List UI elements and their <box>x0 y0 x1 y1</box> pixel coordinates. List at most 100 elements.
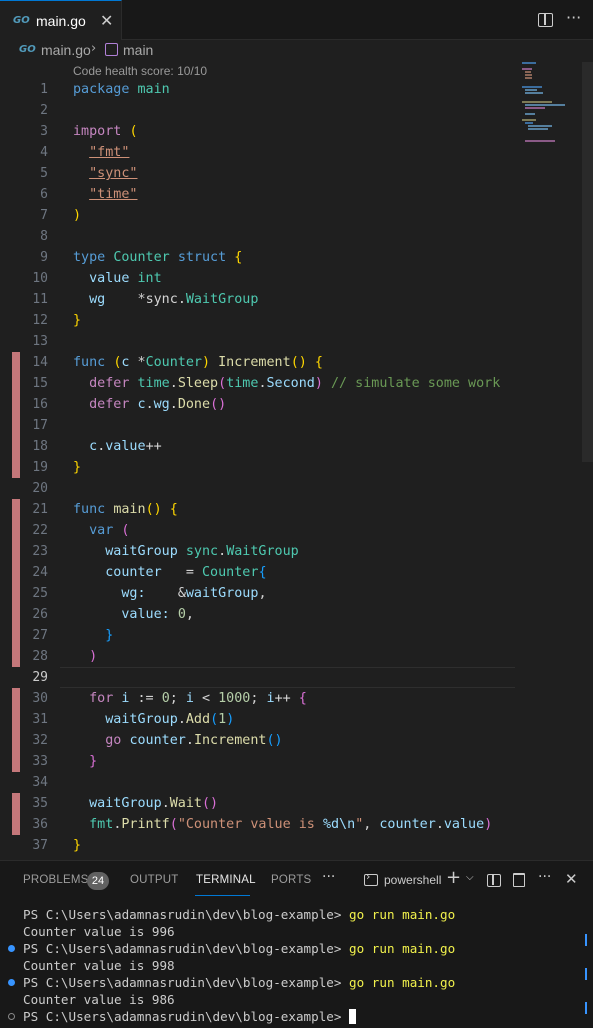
modified-gutter-marker[interactable] <box>12 793 20 814</box>
modified-gutter-marker[interactable] <box>12 688 20 709</box>
modified-gutter-marker[interactable] <box>12 730 20 751</box>
trash-icon[interactable] <box>513 873 525 887</box>
modified-gutter-marker[interactable] <box>12 583 20 604</box>
modified-gutter-marker[interactable] <box>12 709 20 730</box>
current-line-highlight <box>60 667 515 688</box>
tab-problems[interactable]: PROBLEMS <box>23 874 89 886</box>
operator: . <box>169 376 178 391</box>
code-line-17: 17 <box>0 415 593 436</box>
code-line-26: 26 value: 0, <box>0 604 593 625</box>
command: go run main.go <box>349 941 456 956</box>
operator: ++ <box>274 691 291 706</box>
identifier: waitGroup <box>105 544 178 559</box>
function-name: Add <box>185 712 211 727</box>
operator: ; <box>250 691 259 706</box>
field-name: value: <box>121 607 170 622</box>
codelens-health-score[interactable]: Code health score: 10/10 <box>73 64 207 78</box>
close-panel-icon[interactable]: ✕ <box>565 870 578 888</box>
modified-gutter-marker[interactable] <box>12 814 20 835</box>
modified-gutter-marker[interactable] <box>12 625 20 646</box>
line-number: 21 <box>32 502 48 517</box>
modified-gutter-marker[interactable] <box>12 373 20 394</box>
keyword: type <box>73 250 106 265</box>
terminal-line: Counter value is 998 <box>0 957 593 974</box>
editor-scrollbar-thumb[interactable] <box>582 62 593 462</box>
code-line-19: 19} <box>0 457 593 478</box>
command-pending-marker[interactable] <box>8 1013 15 1020</box>
bracket: ( <box>121 523 130 538</box>
split-terminal-icon[interactable] <box>487 874 501 887</box>
command-success-marker[interactable] <box>8 979 15 986</box>
modified-gutter-marker[interactable] <box>12 562 20 583</box>
function-name: Printf <box>121 817 170 832</box>
more-actions-icon[interactable]: ··· <box>566 8 581 27</box>
field-name: value <box>89 271 130 286</box>
field-name: wg <box>89 292 106 307</box>
modified-gutter-marker[interactable] <box>12 646 20 667</box>
modified-gutter-marker[interactable] <box>12 457 20 478</box>
more-views-icon[interactable]: ··· <box>322 869 335 885</box>
code-line-3: 3 import ( <box>0 121 593 142</box>
modified-gutter-marker[interactable] <box>12 436 20 457</box>
minimap[interactable] <box>520 62 580 142</box>
symbol-method-icon <box>105 43 118 56</box>
identifier: value <box>105 439 146 454</box>
package-name: sync <box>145 292 178 307</box>
command-success-marker[interactable] <box>8 945 15 952</box>
go-file-icon: GO <box>13 15 30 26</box>
modified-gutter-marker[interactable] <box>12 604 20 625</box>
comment: // simulate some work <box>331 376 501 391</box>
go-file-icon: GO <box>19 44 36 55</box>
code-line-15: 15 defer time.Sleep(time.Second) // simu… <box>0 373 593 394</box>
tab-terminal[interactable]: TERMINAL <box>196 874 256 886</box>
prompt: PS C:\Users\adamnasrudin\dev\blog-exampl… <box>23 907 350 922</box>
terminal-selector[interactable]: powershell <box>384 873 441 887</box>
more-actions-icon[interactable]: ··· <box>538 869 551 885</box>
modified-gutter-marker[interactable] <box>12 394 20 415</box>
code-line-32: 32 go counter.Increment() <box>0 730 593 751</box>
scroll-marker <box>585 968 587 980</box>
chevron-down-icon[interactable]: ⌵ <box>466 872 474 883</box>
code-editor[interactable]: Code health score: 10/10 1 package main 2… <box>0 62 593 860</box>
line-number: 35 <box>32 796 48 811</box>
modified-gutter-marker[interactable] <box>12 352 20 373</box>
tab-main-go[interactable]: GO main.go ✕ <box>0 0 122 40</box>
type-name: Counter <box>202 565 259 580</box>
function-name: Increment <box>193 733 267 748</box>
modified-gutter-marker[interactable] <box>12 499 20 520</box>
operator: . <box>169 397 178 412</box>
modified-gutter-marker[interactable] <box>12 751 20 772</box>
terminal-output[interactable]: PS C:\Users\adamnasrudin\dev\blog-exampl… <box>0 906 593 1025</box>
active-tab-indicator <box>195 895 250 896</box>
close-icon[interactable]: ✕ <box>100 11 113 30</box>
modified-gutter-marker[interactable] <box>12 415 20 436</box>
code-line-22: 22 var ( <box>0 520 593 541</box>
operator: . <box>258 376 267 391</box>
breadcrumb-file[interactable]: main.go <box>41 42 91 58</box>
function-name: Increment <box>218 355 291 370</box>
code-line-37: 37} <box>0 835 593 856</box>
string-literal: "sync" <box>89 166 138 181</box>
terminal-cursor <box>349 1009 357 1024</box>
new-terminal-icon[interactable]: + <box>446 867 461 888</box>
bracket: ) <box>314 376 323 391</box>
bracket: { <box>169 502 178 517</box>
split-editor-icon[interactable] <box>538 13 553 27</box>
keyword: defer <box>89 376 130 391</box>
line-number: 4 <box>40 145 48 160</box>
tab-output[interactable]: OUTPUT <box>130 874 178 886</box>
code-line-2: 2 <box>0 100 593 121</box>
code-line-13: 13 <box>0 331 593 352</box>
package-name: fmt <box>89 817 114 832</box>
line-number: 7 <box>40 208 48 223</box>
modified-gutter-marker[interactable] <box>12 541 20 562</box>
tab-ports[interactable]: PORTS <box>271 874 311 886</box>
keyword: import <box>73 124 122 139</box>
code-line-16: 16 defer c.wg.Done() <box>0 394 593 415</box>
tab-label: main.go <box>36 13 86 29</box>
number-literal: 0 <box>177 607 186 622</box>
breadcrumb-symbol[interactable]: main <box>123 42 153 58</box>
problems-count-badge: 24 <box>87 872 109 890</box>
modified-gutter-marker[interactable] <box>12 520 20 541</box>
string-literal: "fmt" <box>89 145 130 160</box>
